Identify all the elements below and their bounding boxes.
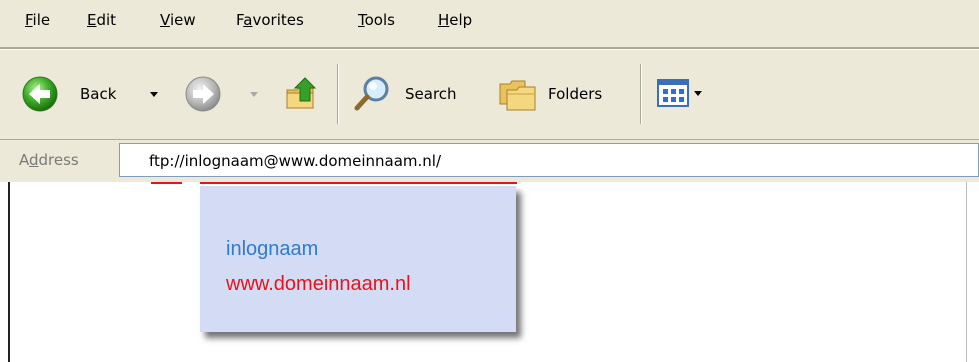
menu-view[interactable]: View	[160, 11, 196, 29]
address-label: Address	[19, 151, 79, 169]
toolbar-separator	[337, 64, 339, 124]
forward-dropdown-icon[interactable]	[249, 91, 259, 99]
up-folder-icon	[286, 77, 317, 109]
toolbar-separator	[640, 64, 642, 124]
views-button[interactable]	[656, 76, 726, 112]
explanation-callout: inlognaam www.domeinnaam.nl	[200, 186, 516, 332]
search-magnifier-icon	[354, 76, 389, 111]
up-folder-button[interactable]	[283, 74, 323, 114]
content-right-border	[966, 182, 967, 362]
back-dropdown-icon[interactable]	[149, 91, 159, 99]
menu-help[interactable]: Help	[438, 11, 472, 29]
content-left-border	[8, 182, 10, 362]
menu-edit[interactable]: Edit	[87, 11, 116, 29]
search-label: Search	[405, 85, 457, 103]
menu-bar: File Edit View Favorites Tools Help	[0, 0, 979, 48]
back-label: Back	[80, 85, 117, 103]
folders-icon	[499, 80, 536, 111]
standard-toolbar: Back Search Folders	[0, 50, 979, 140]
menu-file[interactable]: File	[25, 11, 50, 29]
back-arrow-icon	[22, 76, 58, 112]
folders-button[interactable]: Folders	[497, 74, 627, 114]
protocol-underline	[151, 182, 182, 184]
address-input[interactable]: ftp://inlognaam@www.domeinnaam.nl/	[119, 143, 979, 177]
folders-label: Folders	[548, 85, 603, 103]
forward-arrow-icon	[185, 76, 221, 112]
callout-host: www.domeinnaam.nl	[226, 273, 411, 295]
menu-tools[interactable]: Tools	[358, 11, 395, 29]
views-grid-icon	[657, 79, 689, 107]
forward-button[interactable]	[183, 74, 263, 114]
address-bar: Address ftp://inlognaam@www.domeinnaam.n…	[0, 140, 979, 182]
views-dropdown-icon[interactable]	[693, 90, 703, 98]
menu-favorites[interactable]: Favorites	[236, 11, 304, 29]
host-underline	[200, 182, 517, 184]
back-button[interactable]: Back	[20, 74, 165, 114]
address-value: ftp://inlognaam@www.domeinnaam.nl/	[149, 152, 442, 170]
callout-username: inlognaam	[226, 238, 319, 260]
search-button[interactable]: Search	[352, 74, 477, 114]
